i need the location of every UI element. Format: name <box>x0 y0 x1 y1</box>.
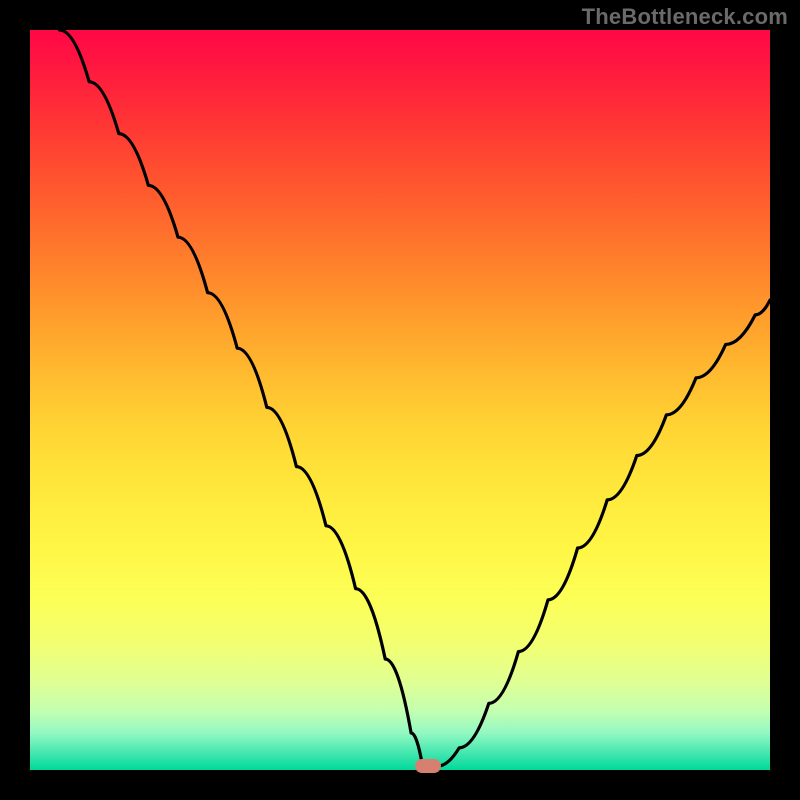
bottleneck-curve <box>60 30 770 766</box>
curve-svg <box>30 30 770 770</box>
plot-area <box>30 30 770 770</box>
watermark-text: TheBottleneck.com <box>582 4 788 30</box>
chart-frame: TheBottleneck.com <box>0 0 800 800</box>
optimal-marker <box>415 759 441 773</box>
